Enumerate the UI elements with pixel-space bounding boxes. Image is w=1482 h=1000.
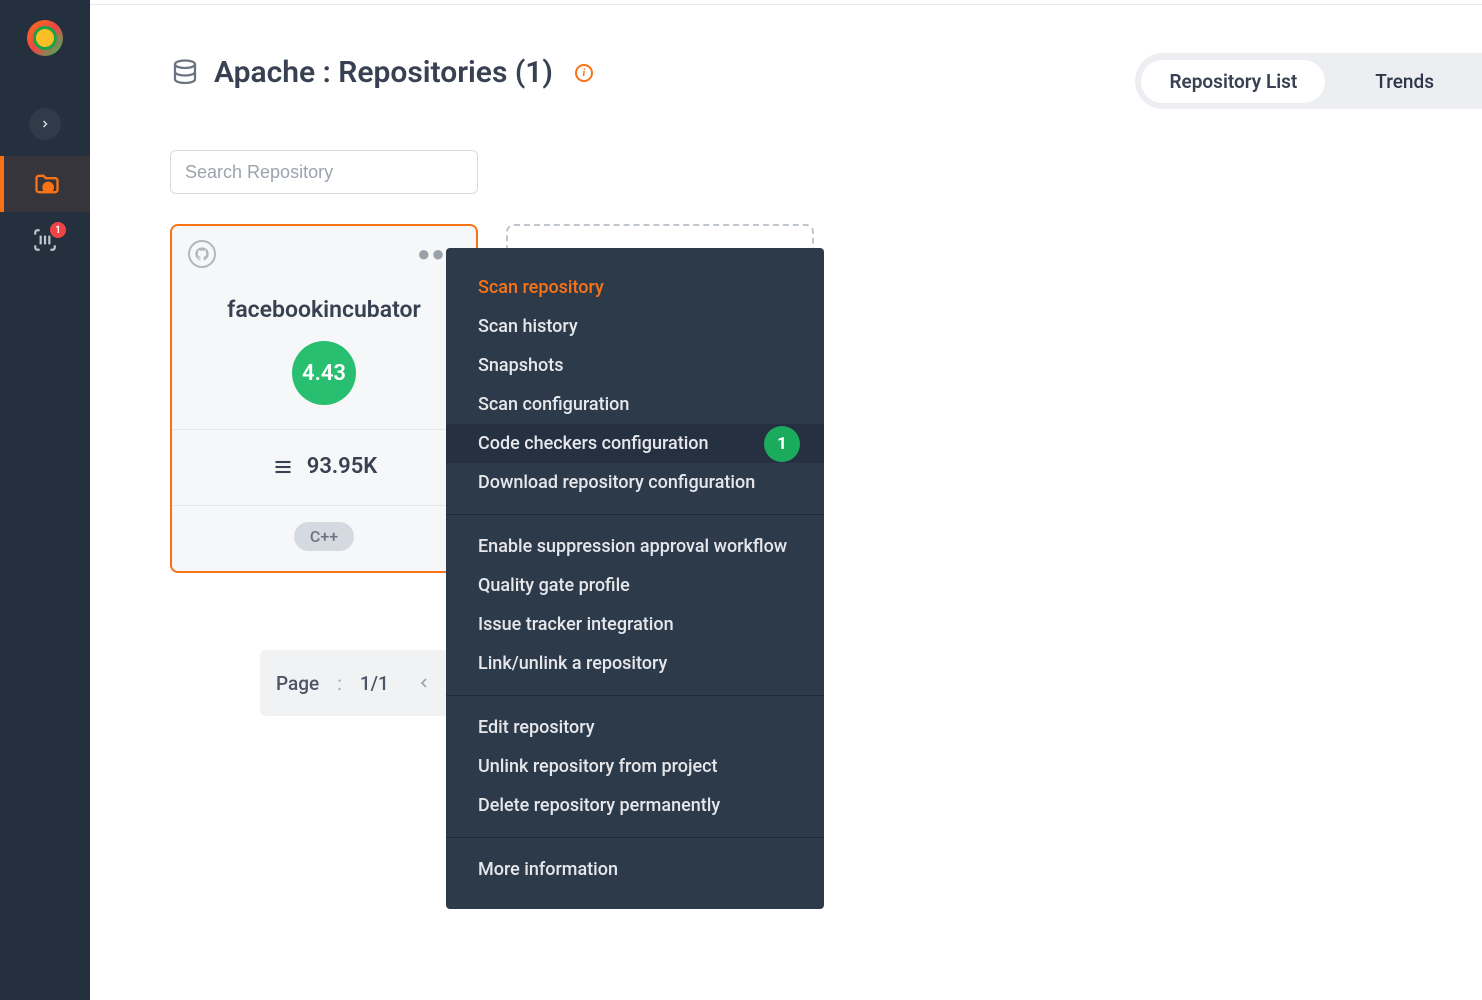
lines-icon — [271, 457, 295, 477]
chevron-right-icon — [39, 118, 51, 130]
repository-score: 4.43 — [292, 341, 356, 405]
menu-edit-repository[interactable]: Edit repository — [446, 708, 824, 747]
sidebar-item-scans[interactable]: 1 — [0, 212, 90, 268]
menu-scan-history[interactable]: Scan history — [446, 307, 824, 346]
pagination-count: 1/1 — [360, 672, 389, 695]
repository-card[interactable]: ●●● facebookincubator 4.43 93.95K C++ — [170, 224, 478, 573]
page-header: Apache : Repositories (1) i Repository L… — [90, 5, 1482, 90]
pagination-colon: : — [337, 672, 342, 695]
database-icon — [170, 58, 200, 88]
menu-scan-configuration[interactable]: Scan configuration — [446, 385, 824, 424]
sidebar: P 1 — [0, 0, 90, 1000]
menu-badge: 1 — [764, 426, 800, 462]
repository-loc: 93.95K — [307, 454, 377, 479]
menu-quality-gate[interactable]: Quality gate profile — [446, 566, 824, 605]
repository-name: facebookincubator — [172, 296, 476, 323]
search-input[interactable] — [170, 150, 478, 194]
menu-download-configuration[interactable]: Download repository configuration — [446, 463, 824, 502]
repository-context-menu: Scan repository Scan history Snapshots S… — [446, 248, 824, 909]
menu-enable-suppression[interactable]: Enable suppression approval workflow — [446, 527, 824, 566]
menu-scan-repository[interactable]: Scan repository — [446, 268, 824, 307]
menu-code-checkers-configuration[interactable]: Code checkers configuration 1 — [446, 424, 824, 463]
page-title: Apache : Repositories (1) — [214, 55, 553, 90]
pagination-label: Page — [276, 672, 319, 695]
sidebar-scan-badge: 1 — [50, 222, 66, 238]
app-logo-icon[interactable] — [27, 20, 63, 56]
menu-snapshots[interactable]: Snapshots — [446, 346, 824, 385]
menu-more-information[interactable]: More information — [446, 850, 824, 889]
pagination-prev-button[interactable] — [407, 666, 441, 700]
sidebar-item-projects[interactable]: P — [0, 156, 90, 212]
info-icon[interactable]: i — [575, 64, 593, 82]
chevron-left-icon — [416, 675, 432, 691]
menu-issue-tracker[interactable]: Issue tracker integration — [446, 605, 824, 644]
menu-delete-repository[interactable]: Delete repository permanently — [446, 786, 824, 825]
tab-trends[interactable]: Trends — [1325, 60, 1462, 103]
menu-unlink-repository[interactable]: Unlink repository from project — [446, 747, 824, 786]
folder-p-icon: P — [33, 170, 61, 198]
svg-text:P: P — [45, 184, 51, 195]
menu-link-unlink[interactable]: Link/unlink a repository — [446, 644, 824, 683]
sidebar-expand-button[interactable] — [0, 96, 90, 152]
tab-repository-list[interactable]: Repository List — [1141, 60, 1325, 103]
menu-code-checkers-label: Code checkers configuration — [478, 433, 709, 454]
view-tabs: Repository List Trends — [1135, 53, 1482, 109]
language-badge: C++ — [294, 522, 354, 551]
github-icon — [188, 240, 216, 268]
